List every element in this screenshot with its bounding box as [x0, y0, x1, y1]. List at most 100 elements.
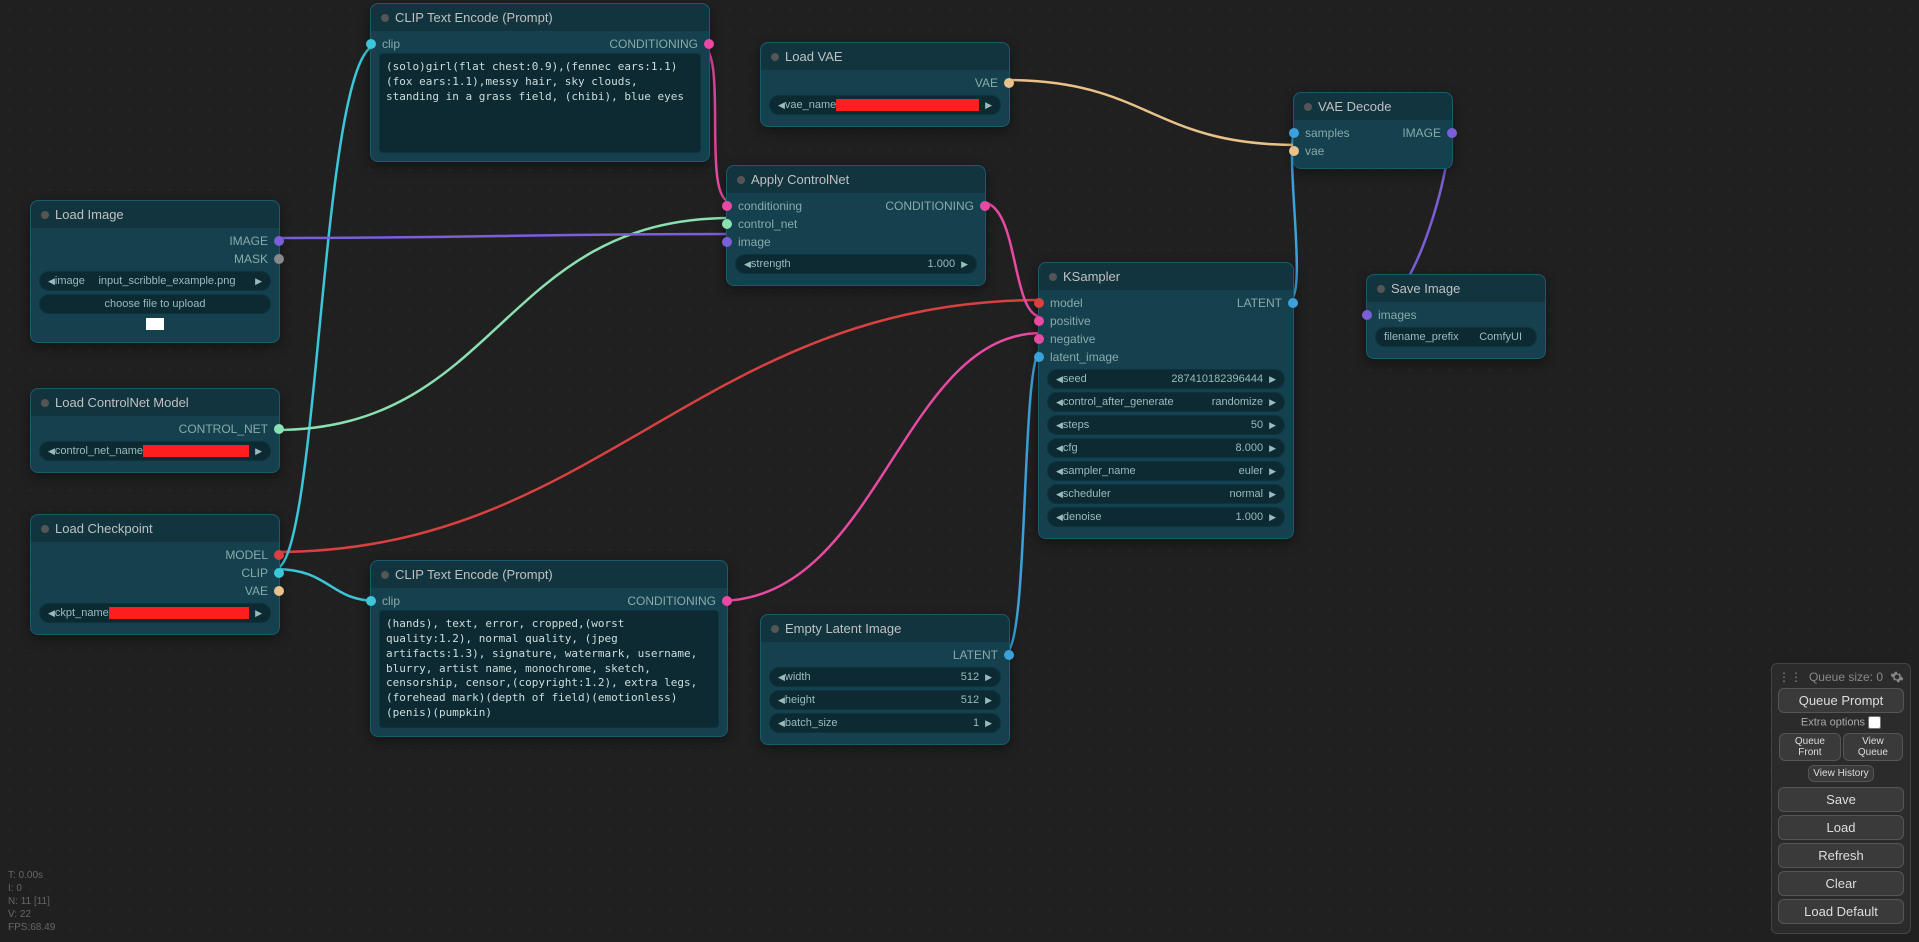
next-icon[interactable]: ▶ — [985, 695, 992, 706]
prev-icon[interactable]: ◀ — [778, 672, 785, 683]
next-icon[interactable]: ▶ — [1269, 466, 1276, 477]
node-header[interactable]: CLIP Text Encode (Prompt) — [371, 4, 709, 31]
prev-icon[interactable]: ◀ — [1056, 512, 1063, 523]
batch-size-widget[interactable]: ◀batch_size1▶ — [769, 713, 1001, 733]
collapse-icon[interactable] — [737, 176, 745, 184]
queue-front-button[interactable]: Queue Front — [1779, 733, 1841, 761]
port-latent-out[interactable] — [1288, 298, 1298, 308]
port-samples-in[interactable] — [1289, 128, 1299, 138]
width-widget[interactable]: ◀width512▶ — [769, 667, 1001, 687]
collapse-icon[interactable] — [381, 14, 389, 22]
ckpt-name-select[interactable]: ◀ckpt_name▶ — [39, 603, 271, 623]
cfg-widget[interactable]: ◀cfg8.000▶ — [1047, 438, 1285, 458]
port-latent-out[interactable] — [1004, 650, 1014, 660]
control-panel[interactable]: ⋮⋮ Queue size: 0 Queue Prompt Extra opti… — [1771, 663, 1911, 934]
collapse-icon[interactable] — [41, 399, 49, 407]
control-after-generate-widget[interactable]: ◀control_after_generaterandomize▶ — [1047, 392, 1285, 412]
seed-widget[interactable]: ◀seed287410182396444▶ — [1047, 369, 1285, 389]
strength-widget[interactable]: ◀strength1.000▶ — [735, 254, 977, 274]
port-clip-out[interactable] — [274, 568, 284, 578]
node-header[interactable]: Apply ControlNet — [727, 166, 985, 193]
node-header[interactable]: CLIP Text Encode (Prompt) — [371, 561, 727, 588]
node-header[interactable]: KSampler — [1039, 263, 1293, 290]
port-image-in[interactable] — [722, 237, 732, 247]
node-header[interactable]: Load Image — [31, 201, 279, 228]
next-icon[interactable]: ▶ — [255, 276, 262, 287]
prev-icon[interactable]: ◀ — [778, 718, 785, 729]
prev-icon[interactable]: ◀ — [744, 259, 751, 270]
refresh-button[interactable]: Refresh — [1778, 843, 1904, 868]
gear-icon[interactable] — [1890, 670, 1904, 684]
prev-icon[interactable]: ◀ — [1056, 489, 1063, 500]
port-image-out[interactable] — [1447, 128, 1457, 138]
prompt-textarea[interactable]: (solo)girl(flat chest:0.9),(fennec ears:… — [379, 53, 701, 153]
node-ksampler[interactable]: KSampler modelLATENT positive negative l… — [1038, 262, 1294, 539]
prev-icon[interactable]: ◀ — [778, 100, 785, 111]
prev-icon[interactable]: ◀ — [1056, 374, 1063, 385]
port-vae-out[interactable] — [1004, 78, 1014, 88]
node-header[interactable]: Load ControlNet Model — [31, 389, 279, 416]
node-load-controlnet[interactable]: Load ControlNet Model CONTROL_NET ◀contr… — [30, 388, 280, 473]
next-icon[interactable]: ▶ — [985, 100, 992, 111]
port-conditioning-out[interactable] — [704, 39, 714, 49]
port-controlnet-out[interactable] — [274, 424, 284, 434]
node-load-vae[interactable]: Load VAE VAE ◀vae_name▶ — [760, 42, 1010, 127]
port-negative-in[interactable] — [1034, 334, 1044, 344]
node-header[interactable]: Load VAE — [761, 43, 1009, 70]
node-empty-latent[interactable]: Empty Latent Image LATENT ◀width512▶ ◀he… — [760, 614, 1010, 745]
sampler-name-widget[interactable]: ◀sampler_nameeuler▶ — [1047, 461, 1285, 481]
drag-handle-icon[interactable]: ⋮⋮ — [1778, 670, 1802, 684]
port-conditioning-in[interactable] — [722, 201, 732, 211]
port-positive-in[interactable] — [1034, 316, 1044, 326]
node-vae-decode[interactable]: VAE Decode samplesIMAGE vae — [1293, 92, 1453, 169]
node-header[interactable]: VAE Decode — [1294, 93, 1452, 120]
next-icon[interactable]: ▶ — [961, 259, 968, 270]
prev-icon[interactable]: ◀ — [1056, 443, 1063, 454]
next-icon[interactable]: ▶ — [1269, 374, 1276, 385]
next-icon[interactable]: ▶ — [1269, 489, 1276, 500]
next-icon[interactable]: ▶ — [1269, 512, 1276, 523]
extra-options-checkbox[interactable] — [1868, 716, 1881, 729]
next-icon[interactable]: ▶ — [255, 608, 262, 619]
height-widget[interactable]: ◀height512▶ — [769, 690, 1001, 710]
prev-icon[interactable]: ◀ — [48, 276, 55, 287]
node-clip-text-encode-positive[interactable]: CLIP Text Encode (Prompt) clipCONDITIONI… — [370, 3, 710, 162]
collapse-icon[interactable] — [771, 53, 779, 61]
next-icon[interactable]: ▶ — [985, 672, 992, 683]
collapse-icon[interactable] — [1377, 285, 1385, 293]
next-icon[interactable]: ▶ — [1269, 420, 1276, 431]
save-button[interactable]: Save — [1778, 787, 1904, 812]
next-icon[interactable]: ▶ — [1269, 443, 1276, 454]
prev-icon[interactable]: ◀ — [778, 695, 785, 706]
load-default-button[interactable]: Load Default — [1778, 899, 1904, 924]
collapse-icon[interactable] — [41, 211, 49, 219]
port-vae-in[interactable] — [1289, 146, 1299, 156]
port-clip-in[interactable] — [366, 39, 376, 49]
node-load-image[interactable]: Load Image IMAGE MASK ◀imageinput_scribb… — [30, 200, 280, 343]
port-mask-out[interactable] — [274, 254, 284, 264]
node-load-checkpoint[interactable]: Load Checkpoint MODEL CLIP VAE ◀ckpt_nam… — [30, 514, 280, 635]
load-button[interactable]: Load — [1778, 815, 1904, 840]
collapse-icon[interactable] — [1049, 273, 1057, 281]
collapse-icon[interactable] — [41, 525, 49, 533]
port-clip-in[interactable] — [366, 596, 376, 606]
collapse-icon[interactable] — [381, 571, 389, 579]
controlnet-name-select[interactable]: ◀control_net_name▶ — [39, 441, 271, 461]
node-clip-text-encode-negative[interactable]: CLIP Text Encode (Prompt) clipCONDITIONI… — [370, 560, 728, 737]
port-conditioning-out[interactable] — [980, 201, 990, 211]
port-model-in[interactable] — [1034, 298, 1044, 308]
prev-icon[interactable]: ◀ — [1056, 466, 1063, 477]
prev-icon[interactable]: ◀ — [1056, 420, 1063, 431]
prev-icon[interactable]: ◀ — [48, 446, 55, 457]
next-icon[interactable]: ▶ — [1269, 397, 1276, 408]
node-header[interactable]: Save Image — [1367, 275, 1545, 302]
node-header[interactable]: Load Checkpoint — [31, 515, 279, 542]
upload-button[interactable]: choose file to upload — [39, 294, 271, 314]
port-image-out[interactable] — [274, 236, 284, 246]
vae-name-select[interactable]: ◀vae_name▶ — [769, 95, 1001, 115]
image-select[interactable]: ◀imageinput_scribble_example.png▶ — [39, 271, 271, 291]
port-images-in[interactable] — [1362, 310, 1372, 320]
denoise-widget[interactable]: ◀denoise1.000▶ — [1047, 507, 1285, 527]
filename-prefix-widget[interactable]: filename_prefixComfyUI — [1375, 327, 1537, 347]
port-vae-out[interactable] — [274, 586, 284, 596]
